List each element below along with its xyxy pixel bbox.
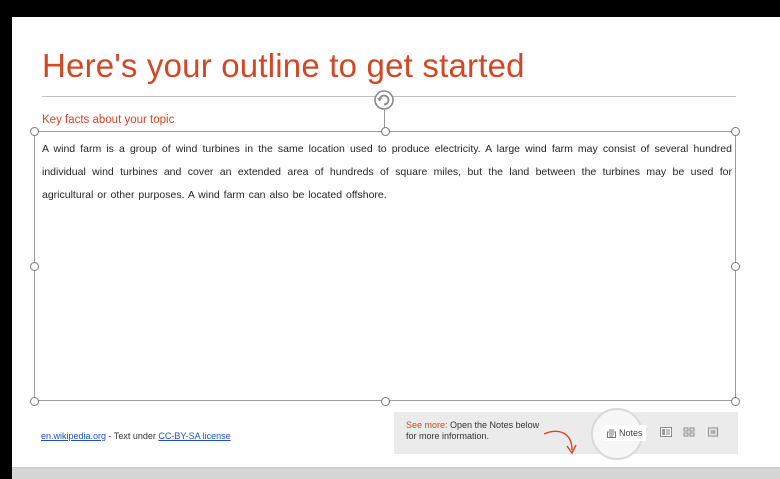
- slide-sorter-icon[interactable]: [683, 427, 695, 437]
- slide-canvas: Here's your outline to get started Key f…: [12, 17, 780, 479]
- slide-subtitle[interactable]: Key facts about your topic: [42, 114, 174, 126]
- resize-handle-top[interactable]: [381, 127, 390, 136]
- rotate-icon[interactable]: [373, 89, 395, 111]
- footer-middle-text: - Text under: [106, 431, 159, 441]
- notes-label: Notes: [619, 428, 643, 438]
- resize-handle-right[interactable]: [731, 262, 740, 271]
- resize-handle-bottom[interactable]: [381, 397, 390, 406]
- footer-source: en.wikipedia.org - Text under CC-BY-SA l…: [41, 431, 231, 441]
- notes-icon: [607, 429, 616, 438]
- notes-tip-panel: See more: Open the Notes below for more …: [394, 408, 738, 460]
- resize-handle-bottom-left[interactable]: [30, 397, 39, 406]
- resize-handle-left[interactable]: [30, 262, 39, 271]
- notes-button[interactable]: Notes: [604, 425, 646, 441]
- curved-arrow-icon: [543, 430, 577, 455]
- reading-view-icon[interactable]: [707, 427, 719, 437]
- resize-handle-top-right[interactable]: [731, 127, 740, 136]
- normal-view-icon[interactable]: [660, 427, 672, 437]
- source-link[interactable]: en.wikipedia.org: [41, 431, 106, 441]
- slide-body-text[interactable]: A wind farm is a group of wind turbines …: [42, 138, 732, 207]
- notes-pane-edge: [12, 467, 780, 479]
- notes-tip-text: See more: Open the Notes below for more …: [406, 420, 546, 442]
- resize-handle-bottom-right[interactable]: [731, 397, 740, 406]
- see-more-label: See more:: [406, 420, 448, 430]
- license-link[interactable]: CC-BY-SA license: [158, 431, 230, 441]
- resize-handle-top-left[interactable]: [30, 127, 39, 136]
- slide-title[interactable]: Here's your outline to get started: [42, 47, 525, 85]
